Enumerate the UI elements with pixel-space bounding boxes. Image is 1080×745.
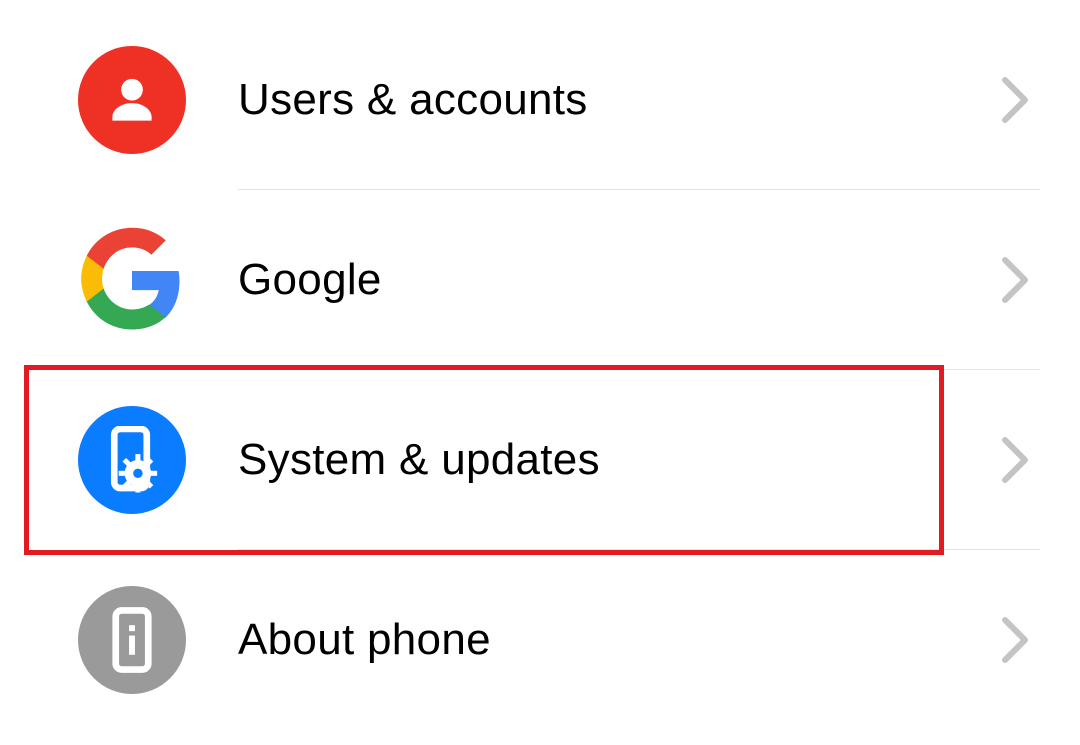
settings-row-label: Google: [238, 255, 382, 305]
chevron-right-icon: [1000, 76, 1030, 124]
settings-row-users-accounts[interactable]: Users & accounts: [0, 10, 1080, 190]
chevron-right-icon: [1000, 616, 1030, 664]
settings-list: Users & accounts Google: [0, 0, 1080, 730]
chevron-right-icon: [1000, 436, 1030, 484]
settings-row-label: System & updates: [238, 435, 600, 485]
settings-row-about-phone[interactable]: About phone: [0, 550, 1080, 730]
settings-row-label: About phone: [238, 615, 491, 665]
settings-row-label: Users & accounts: [238, 75, 588, 125]
settings-row-system-updates[interactable]: System & updates: [0, 370, 1080, 550]
user-icon: [78, 46, 186, 154]
google-icon: [78, 226, 186, 334]
settings-row-google[interactable]: Google: [0, 190, 1080, 370]
phone-gear-icon: [78, 406, 186, 514]
chevron-right-icon: [1000, 256, 1030, 304]
phone-info-icon: [78, 586, 186, 694]
